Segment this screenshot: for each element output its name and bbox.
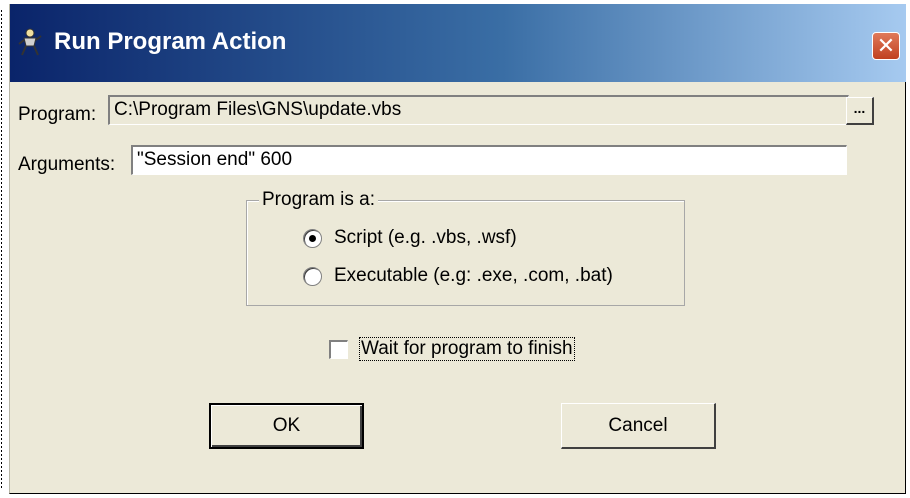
program-type-group: Program is a: Script (e.g. .vbs, .wsf) E… — [246, 189, 685, 306]
app-icon — [18, 28, 42, 56]
radio-button-executable[interactable] — [303, 266, 322, 286]
close-icon: ✕ — [876, 33, 896, 58]
wait-checkbox-label: Wait for program to finish — [359, 337, 575, 361]
cancel-button-label: Cancel — [608, 415, 668, 436]
wait-checkbox[interactable] — [329, 339, 348, 359]
ok-button[interactable]: OK — [209, 403, 364, 449]
radio-label-script: Script (e.g. .vbs, .wsf) — [334, 227, 517, 248]
arguments-label: Arguments: — [18, 154, 116, 175]
radio-option-script[interactable]: Script (e.g. .vbs, .wsf) — [303, 227, 517, 249]
program-path-field[interactable]: C:\Program Files\GNS\update.vbs — [108, 95, 849, 125]
radio-button-script[interactable] — [303, 228, 322, 248]
ok-button-label: OK — [272, 415, 301, 436]
program-label: Program: — [18, 104, 97, 125]
browse-button[interactable]: ... — [846, 97, 874, 125]
ellipsis-icon: ... — [853, 100, 866, 116]
cancel-button[interactable]: Cancel — [561, 403, 716, 449]
arguments-value: "Session end" 600 — [137, 149, 293, 170]
close-button[interactable]: ✕ — [872, 32, 900, 60]
dialog-title: Run Program Action — [54, 28, 287, 55]
radio-option-executable[interactable]: Executable (e.g: .exe, .com, .bat) — [303, 265, 613, 287]
arguments-input[interactable]: "Session end" 600 — [131, 145, 847, 175]
program-path-value: C:\Program Files\GNS\update.vbs — [114, 99, 402, 120]
run-program-dialog: Run Program Action ✕ Program: C:\Program… — [9, 4, 906, 494]
program-type-group-title: Program is a: — [259, 189, 378, 211]
wait-checkbox-row[interactable]: Wait for program to finish — [329, 337, 575, 361]
background-edge — [1, 10, 2, 490]
radio-label-executable: Executable (e.g: .exe, .com, .bat) — [334, 265, 613, 286]
screen: Run Program Action ✕ Program: C:\Program… — [0, 0, 910, 498]
title-bar[interactable]: Run Program Action ✕ — [10, 4, 906, 82]
